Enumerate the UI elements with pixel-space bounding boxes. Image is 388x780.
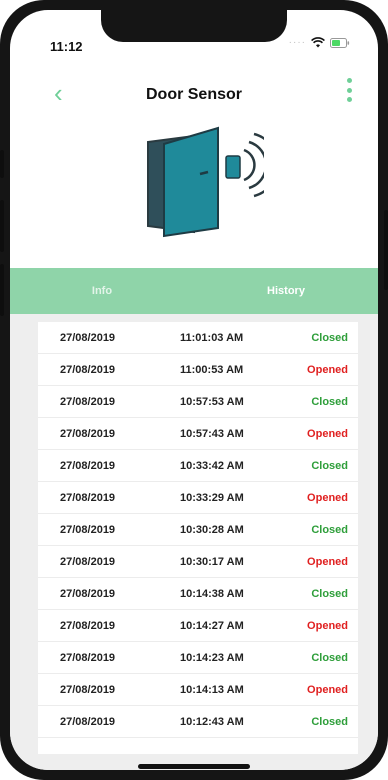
tab-bar: Info History <box>10 268 378 314</box>
table-row: 27/08/2019 10:33:29 AM Opened <box>38 482 358 514</box>
row-time: 10:14:13 AM <box>180 684 244 696</box>
row-time: 10:14:23 AM <box>180 652 244 664</box>
notch <box>101 10 287 42</box>
row-status: Opened <box>307 684 348 696</box>
home-indicator[interactable] <box>138 764 250 769</box>
row-date: 27/08/2019 <box>60 524 116 536</box>
row-date: 27/08/2019 <box>60 588 116 600</box>
history-list[interactable]: 27/08/2019 11:01:03 AM Closed 27/08/2019 11:… <box>38 322 358 754</box>
row-status: Opened <box>307 620 348 632</box>
row-time: 10:30:17 AM <box>180 556 244 568</box>
row-time: 10:14:38 AM <box>180 588 244 600</box>
row-date: 27/08/2019 <box>60 460 116 472</box>
table-row: 27/08/2019 11:01:03 AM Closed <box>38 322 358 354</box>
more-options-icon[interactable] <box>346 78 352 102</box>
row-time: 11:01:03 AM <box>180 332 244 344</box>
row-status: Opened <box>307 428 348 440</box>
row-date: 27/08/2019 <box>60 652 116 664</box>
status-time: 11:12 <box>50 39 83 54</box>
wifi-icon <box>311 37 325 48</box>
door-sensor-illustration <box>147 126 264 238</box>
row-status: Opened <box>307 556 348 568</box>
row-date: 27/08/2019 <box>60 364 116 376</box>
row-time: 10:30:28 AM <box>180 524 244 536</box>
row-date: 27/08/2019 <box>60 716 116 728</box>
power-button <box>384 210 388 290</box>
tab-history[interactable]: History <box>194 268 378 314</box>
row-time: 10:57:43 AM <box>180 428 244 440</box>
table-row: 27/08/2019 10:57:43 AM Opened <box>38 418 358 450</box>
table-row: 27/08/2019 10:14:27 AM Opened <box>38 610 358 642</box>
battery-icon <box>330 37 350 48</box>
table-row: 27/08/2019 11:00:53 AM Opened <box>38 354 358 386</box>
row-date: 27/08/2019 <box>60 620 116 632</box>
table-row: 27/08/2019 10:57:53 AM Closed <box>38 386 358 418</box>
table-row: 27/08/2019 10:14:23 AM Closed <box>38 642 358 674</box>
table-row: 27/08/2019 10:12:43 AM Closed <box>38 706 358 738</box>
row-date: 27/08/2019 <box>60 396 116 408</box>
volume-up-button <box>0 200 4 252</box>
table-row: 27/08/2019 10:14:38 AM Closed <box>38 578 358 610</box>
table-row: 27/08/2019 10:30:28 AM Closed <box>38 514 358 546</box>
table-row: 27/08/2019 10:33:42 AM Closed <box>38 450 358 482</box>
row-date: 27/08/2019 <box>60 332 116 344</box>
row-status: Opened <box>307 364 348 376</box>
volume-down-button <box>0 264 4 316</box>
row-time: 10:12:43 AM <box>180 716 244 728</box>
row-status: Closed <box>311 524 348 536</box>
status-icons: ···· <box>289 37 350 48</box>
mute-switch <box>0 150 4 178</box>
table-row: 27/08/2019 10:14:13 AM Opened <box>38 674 358 706</box>
row-status: Closed <box>311 332 348 344</box>
tab-info[interactable]: Info <box>10 268 194 314</box>
row-time: 10:33:42 AM <box>180 460 244 472</box>
row-status: Closed <box>311 652 348 664</box>
row-date: 27/08/2019 <box>60 492 116 504</box>
row-time: 10:57:53 AM <box>180 396 244 408</box>
row-date: 27/08/2019 <box>60 428 116 440</box>
nav-header: ‹ Door Sensor <box>10 78 378 108</box>
screen: 11:12 ···· ‹ Door Sensor Info History 27… <box>10 10 378 770</box>
row-time: 11:00:53 AM <box>180 364 244 376</box>
row-time: 10:33:29 AM <box>180 492 244 504</box>
row-status: Closed <box>311 588 348 600</box>
table-row: 27/08/2019 10:30:17 AM Opened <box>38 546 358 578</box>
row-time: 10:14:27 AM <box>180 620 244 632</box>
row-status: Closed <box>311 396 348 408</box>
row-date: 27/08/2019 <box>60 556 116 568</box>
phone-frame: 11:12 ···· ‹ Door Sensor Info History 27… <box>0 0 388 780</box>
row-status: Closed <box>311 716 348 728</box>
row-date: 27/08/2019 <box>60 684 116 696</box>
row-status: Closed <box>311 460 348 472</box>
signal-icon: ···· <box>288 37 306 48</box>
page-title: Door Sensor <box>145 86 242 103</box>
row-status: Opened <box>307 492 348 504</box>
